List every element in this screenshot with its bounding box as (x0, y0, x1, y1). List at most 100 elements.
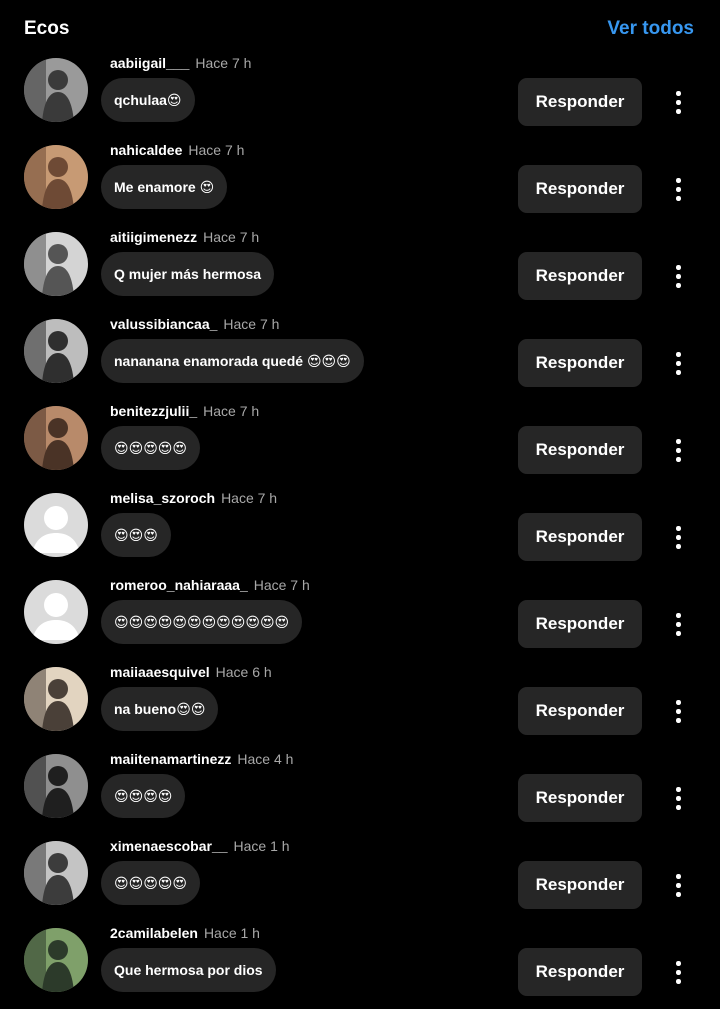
timestamp: Hace 7 h (223, 316, 280, 332)
avatar[interactable] (24, 754, 88, 818)
username[interactable]: ximenaescobar__ (110, 838, 228, 854)
more-dot (676, 187, 681, 192)
view-all-link[interactable]: Ver todos (607, 18, 694, 40)
more-dot (676, 709, 681, 714)
comment-meta: 2camilabelen Hace 1 h (110, 925, 260, 941)
comment-text: Que hermosa por dios (101, 948, 276, 992)
default-avatar-icon (32, 506, 80, 553)
more-vertical-icon[interactable] (666, 349, 690, 377)
more-dot (676, 178, 681, 183)
more-dot (676, 265, 681, 270)
username[interactable]: valussibiancaa_ (110, 316, 217, 332)
timestamp: Hace 4 h (237, 751, 294, 767)
profile-photo (24, 667, 88, 731)
more-dot (676, 805, 681, 810)
avatar[interactable] (24, 319, 88, 383)
more-dot (676, 535, 681, 540)
avatar[interactable] (24, 841, 88, 905)
comment-text: qchulaa😍 (101, 78, 195, 122)
username[interactable]: maiiaaesquivel (110, 664, 210, 680)
username[interactable]: benitezzjulii_ (110, 403, 197, 419)
username[interactable]: aitiigimenezz (110, 229, 197, 245)
timestamp: Hace 7 h (195, 55, 252, 71)
comment-meta: benitezzjulii_ Hace 7 h (110, 403, 259, 419)
avatar[interactable] (24, 580, 88, 644)
profile-photo (24, 406, 88, 470)
more-vertical-icon[interactable] (666, 958, 690, 986)
comment-item: ximenaescobar__ Hace 1 h 😍😍😍😍😍 Responder (0, 835, 720, 922)
comment-item: benitezzjulii_ Hace 7 h 😍😍😍😍😍 Responder (0, 400, 720, 487)
comment-meta: aabiigail___ Hace 7 h (110, 55, 251, 71)
username[interactable]: romeroo_nahiaraaa_ (110, 577, 248, 593)
timestamp: Hace 6 h (215, 664, 272, 680)
avatar[interactable] (24, 406, 88, 470)
more-dot (676, 796, 681, 801)
timestamp: Hace 1 h (203, 925, 260, 941)
avatar[interactable] (24, 232, 88, 296)
avatar[interactable] (24, 145, 88, 209)
comment-text: Q mujer más hermosa (101, 252, 275, 296)
more-dot (676, 544, 681, 549)
comment-meta: ximenaescobar__ Hace 1 h (110, 838, 290, 854)
comment-meta: valussibiancaa_ Hace 7 h (110, 316, 279, 332)
more-vertical-icon[interactable] (666, 784, 690, 812)
more-dot (676, 109, 681, 114)
reply-button[interactable]: Responder (518, 774, 642, 822)
comment-text: nananana enamorada quedé 😍😍😍 (101, 339, 364, 383)
reply-button[interactable]: Responder (518, 78, 642, 126)
more-vertical-icon[interactable] (666, 871, 690, 899)
more-vertical-icon[interactable] (666, 697, 690, 725)
reply-button[interactable]: Responder (518, 165, 642, 213)
more-vertical-icon[interactable] (666, 262, 690, 290)
more-dot (676, 718, 681, 723)
reply-button[interactable]: Responder (518, 426, 642, 474)
more-vertical-icon[interactable] (666, 88, 690, 116)
comment-item: 2camilabelen Hace 1 h Que hermosa por dios… (0, 922, 720, 1009)
more-vertical-icon[interactable] (666, 175, 690, 203)
more-vertical-icon[interactable] (666, 610, 690, 638)
avatar[interactable] (24, 58, 88, 122)
comment-item: melisa_szoroch Hace 7 h 😍😍😍 Responder (0, 487, 720, 574)
more-dot (676, 448, 681, 453)
username[interactable]: aabiigail___ (110, 55, 189, 71)
comment-meta: maiitenamartinezz Hace 4 h (110, 751, 293, 767)
username[interactable]: nahicaldee (110, 142, 182, 158)
username[interactable]: 2camilabelen (110, 925, 198, 941)
comment-item: valussibiancaa_ Hace 7 h nananana enamorad… (0, 313, 720, 400)
more-vertical-icon[interactable] (666, 523, 690, 551)
profile-photo (24, 928, 88, 992)
more-dot (676, 700, 681, 705)
username[interactable]: maiitenamartinezz (110, 751, 231, 767)
timestamp: Hace 7 h (253, 577, 310, 593)
more-dot (676, 613, 681, 618)
reply-button[interactable]: Responder (518, 687, 642, 735)
more-dot (676, 274, 681, 279)
more-dot (676, 439, 681, 444)
more-dot (676, 361, 681, 366)
username[interactable]: melisa_szoroch (110, 490, 215, 506)
comment-text: 😍😍😍😍 (101, 774, 186, 818)
avatar[interactable] (24, 928, 88, 992)
profile-photo (24, 232, 88, 296)
comment-item: aabiigail___ Hace 7 h qchulaa😍 Responder (0, 52, 720, 139)
more-dot (676, 970, 681, 975)
comment-text: na bueno😍😍 (101, 687, 219, 731)
more-vertical-icon[interactable] (666, 436, 690, 464)
comment-item: nahicaldee Hace 7 h Me enamore 😍 Responder (0, 139, 720, 226)
reply-button[interactable]: Responder (518, 861, 642, 909)
reply-button[interactable]: Responder (518, 339, 642, 387)
timestamp: Hace 7 h (221, 490, 278, 506)
avatar[interactable] (24, 667, 88, 731)
reply-button[interactable]: Responder (518, 252, 642, 300)
more-dot (676, 457, 681, 462)
comment-text: 😍😍😍😍😍 (101, 861, 200, 905)
avatar[interactable] (24, 493, 88, 557)
comment-meta: maiiaaesquivel Hace 6 h (110, 664, 272, 680)
section-title: Ecos (24, 18, 70, 39)
profile-photo (24, 754, 88, 818)
profile-photo (24, 319, 88, 383)
reply-button[interactable]: Responder (518, 948, 642, 996)
more-dot (676, 352, 681, 357)
reply-button[interactable]: Responder (518, 513, 642, 561)
reply-button[interactable]: Responder (518, 600, 642, 648)
